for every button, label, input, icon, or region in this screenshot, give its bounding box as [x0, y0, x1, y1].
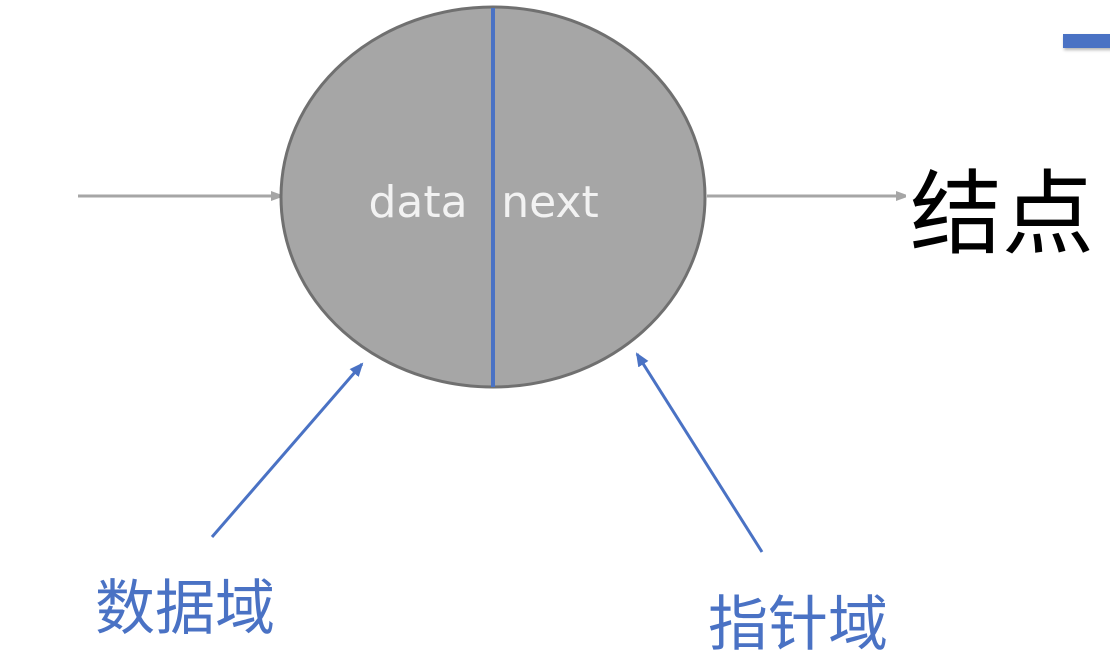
data-field-text: data: [368, 177, 467, 228]
next-field-text: next: [501, 177, 598, 228]
pointer-field-pointer-arrow: [635, 352, 764, 553]
pointer-field-label: 指针域: [708, 590, 888, 660]
node-title: 结点: [910, 161, 1095, 268]
data-field-pointer-arrow: [210, 362, 364, 538]
data-field-label: 数据域: [95, 574, 275, 644]
